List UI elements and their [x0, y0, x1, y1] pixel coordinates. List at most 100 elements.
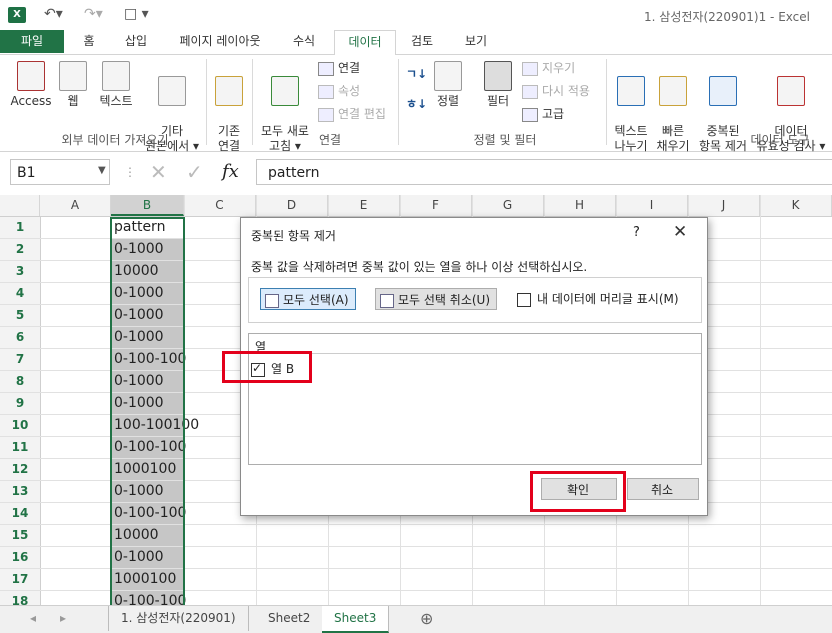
tab-formulas[interactable]: 수식	[284, 30, 324, 53]
add-sheet-icon[interactable]: ⊕	[420, 609, 433, 628]
column-header[interactable]: C	[184, 195, 256, 216]
undo-icon[interactable]: ↶▾	[44, 6, 63, 22]
column-header[interactable]: J	[688, 195, 760, 216]
sheet-tab[interactable]: Sheet2	[256, 606, 324, 631]
tab-home[interactable]: 홈	[74, 30, 104, 53]
cell-b[interactable]: 0-1000	[111, 305, 184, 326]
cell-b[interactable]: 0-100-100	[111, 349, 186, 370]
cell-b[interactable]: 0-1000	[111, 481, 184, 502]
cell-b[interactable]: 0-1000	[111, 371, 184, 392]
row-header[interactable]: 15	[0, 525, 41, 546]
name-box[interactable]: B1	[10, 159, 110, 185]
row-header[interactable]: 11	[0, 437, 41, 458]
cell-b[interactable]: 0-100-100	[111, 437, 186, 458]
column-header[interactable]: E	[328, 195, 400, 216]
from-text-button[interactable]: 텍스트	[94, 61, 138, 109]
row-header[interactable]: 7	[0, 349, 41, 370]
edit-links-button[interactable]: 연결 편집	[318, 105, 386, 123]
cell-b[interactable]: 1000100	[111, 459, 184, 480]
tab-data[interactable]: 데이터	[334, 30, 396, 56]
sort-button[interactable]: 정렬	[430, 61, 466, 109]
from-web-button[interactable]: 웹	[58, 61, 88, 109]
select-all-corner[interactable]	[0, 195, 40, 216]
column-header[interactable]: B	[111, 195, 184, 216]
column-header[interactable]: F	[400, 195, 472, 216]
row-header[interactable]: 17	[0, 569, 41, 590]
cell-b[interactable]: 1000100	[111, 569, 184, 590]
insert-function-icon[interactable]: fx	[222, 161, 239, 182]
sheet-tab-active[interactable]: Sheet3	[322, 606, 390, 633]
row-header[interactable]: 10	[0, 415, 41, 436]
cell-b[interactable]: 0-1000	[111, 283, 184, 304]
flash-fill-button[interactable]: 빠른 채우기	[654, 61, 692, 154]
column-header[interactable]: I	[616, 195, 688, 216]
clear-filter-button[interactable]: 지우기	[522, 59, 575, 77]
cancel-icon[interactable]: ✕	[150, 160, 167, 184]
cell-b[interactable]: 0-100-100	[111, 591, 186, 605]
cell-b[interactable]: 100-100100	[111, 415, 199, 436]
sort-descending-button[interactable]: ㅎ↓	[406, 95, 427, 113]
existing-connections-button[interactable]: 기존 연결	[210, 61, 248, 154]
formula-input[interactable]: pattern	[256, 159, 832, 185]
cell-b[interactable]: 10000	[111, 261, 184, 282]
cell-b[interactable]: 0-1000	[111, 393, 184, 414]
sort-ascending-button[interactable]: ㄱ↓	[406, 65, 427, 83]
divider	[398, 59, 399, 145]
column-header[interactable]: H	[544, 195, 616, 216]
enter-icon[interactable]: ✓	[186, 160, 203, 184]
headers-checkbox[interactable]: 내 데이터에 머리글 표시(M)	[517, 290, 679, 307]
scroll-left-icon[interactable]: ◂	[30, 611, 36, 625]
from-access-button[interactable]: Access	[10, 61, 52, 109]
tab-insert[interactable]: 삽입	[116, 30, 156, 53]
column-header[interactable]: D	[256, 195, 328, 216]
sheet-tab[interactable]: 1. 삼성전자(220901)	[108, 606, 249, 631]
row-header[interactable]: 18	[0, 591, 41, 605]
row-header[interactable]: 13	[0, 481, 41, 502]
flash-fill-icon	[659, 76, 687, 106]
row-header[interactable]: 5	[0, 305, 41, 326]
reapply-button[interactable]: 다시 적용	[522, 82, 590, 100]
tab-file[interactable]: 파일	[0, 30, 64, 53]
row-header[interactable]: 1	[0, 217, 41, 238]
cell-b[interactable]: 0-1000	[111, 239, 184, 260]
redo-icon[interactable]: ↷▾	[84, 6, 103, 22]
text-file-icon	[102, 61, 130, 91]
filter-button[interactable]: 필터	[480, 61, 516, 109]
reapply-icon	[522, 84, 538, 99]
column-header[interactable]: G	[472, 195, 544, 216]
advanced-filter-button[interactable]: 고급	[522, 105, 564, 123]
row-header[interactable]: 6	[0, 327, 41, 348]
scroll-right-icon[interactable]: ▸	[60, 611, 66, 625]
cancel-button[interactable]: 취소	[627, 478, 699, 500]
cell-b[interactable]: 0-100-100	[111, 503, 186, 524]
row-header[interactable]: 9	[0, 393, 41, 414]
tab-review[interactable]: 검토	[402, 30, 442, 53]
row-header[interactable]: 4	[0, 283, 41, 304]
select-all-button[interactable]: 모두 선택(A)	[260, 288, 356, 310]
tab-view[interactable]: 보기	[452, 30, 500, 53]
column-header[interactable]: K	[760, 195, 832, 216]
row-header[interactable]: 14	[0, 503, 41, 524]
cell-b[interactable]: pattern	[111, 217, 184, 238]
new-file-icon[interactable]: □ ▾	[124, 6, 149, 22]
row-header[interactable]: 2	[0, 239, 41, 260]
row-header[interactable]: 16	[0, 547, 41, 568]
highlight-column-checkbox	[222, 351, 312, 383]
connections-button[interactable]: 연결	[318, 59, 360, 77]
connections-icon	[215, 76, 243, 106]
cell-b[interactable]: 0-1000	[111, 327, 184, 348]
column-header[interactable]: A	[40, 195, 111, 216]
row-header[interactable]: 12	[0, 459, 41, 480]
title-bar: X ↶▾ ↷▾ □ ▾ 1. 삼성전자(220901)1 - Excel	[0, 0, 832, 30]
help-icon[interactable]: ?	[633, 225, 640, 240]
properties-button[interactable]: 속성	[318, 82, 360, 100]
row-header[interactable]: 8	[0, 371, 41, 392]
row-header[interactable]: 3	[0, 261, 41, 282]
tab-page-layout[interactable]: 페이지 레이아웃	[168, 30, 272, 53]
text-to-columns-button[interactable]: 텍스트 나누기	[608, 61, 654, 154]
name-box-dropdown-icon[interactable]: ▼	[98, 165, 106, 176]
unselect-all-button[interactable]: 모두 선택 취소(U)	[375, 288, 498, 310]
cell-b[interactable]: 0-1000	[111, 547, 184, 568]
close-icon[interactable]: ✕	[673, 222, 687, 242]
cell-b[interactable]: 10000	[111, 525, 184, 546]
